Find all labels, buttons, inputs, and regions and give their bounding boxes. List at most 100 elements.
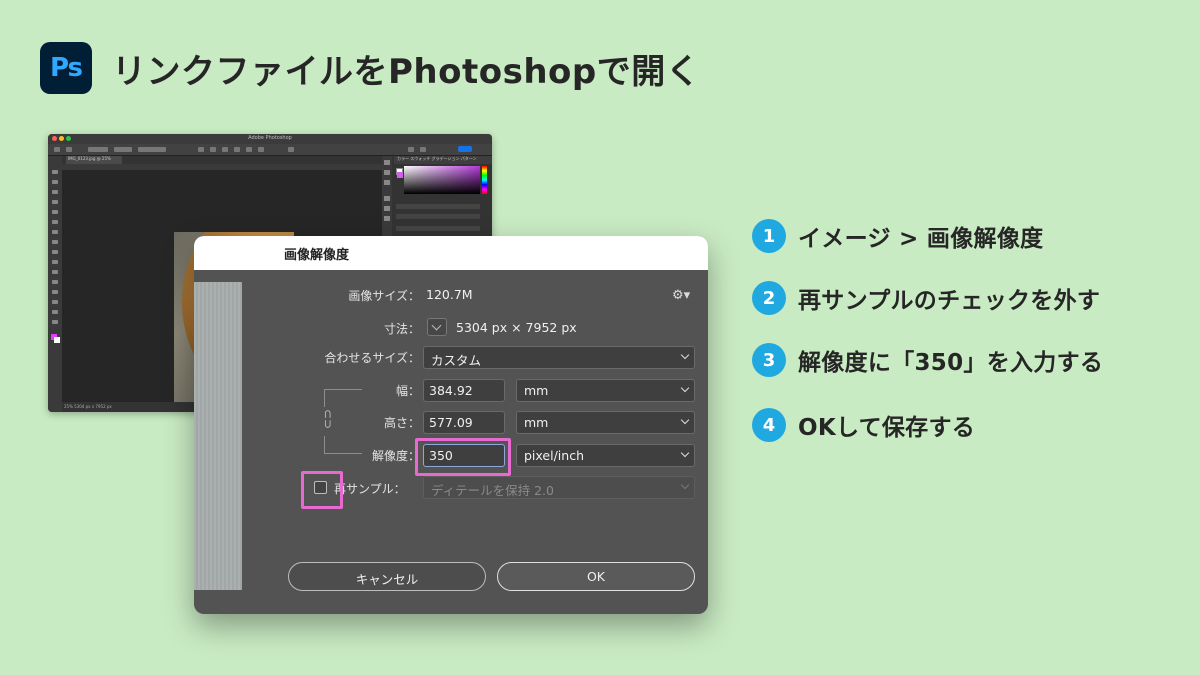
panel-icon[interactable] bbox=[384, 216, 390, 221]
align-icon[interactable] bbox=[246, 147, 252, 152]
eraser-tool-icon[interactable] bbox=[52, 280, 58, 284]
home-icon[interactable] bbox=[54, 147, 60, 152]
resolution-label: 解像度： bbox=[371, 449, 420, 463]
pen-tool-icon[interactable] bbox=[52, 310, 58, 314]
option-control[interactable] bbox=[88, 147, 108, 152]
align-icon[interactable] bbox=[234, 147, 240, 152]
ps-window-title: Adobe Photoshop bbox=[248, 135, 292, 141]
dimensions-value: 5304 px × 7952 px bbox=[456, 320, 577, 335]
type-tool-icon[interactable] bbox=[52, 320, 58, 324]
fit-to-value: カスタム bbox=[431, 353, 482, 368]
height-input[interactable]: 577.09 bbox=[423, 411, 505, 434]
width-label: 幅： bbox=[395, 384, 420, 398]
height-label: 高さ： bbox=[383, 416, 420, 430]
panel-row bbox=[396, 204, 480, 209]
panel-row bbox=[396, 214, 480, 219]
lasso-tool-icon[interactable] bbox=[52, 190, 58, 194]
step-4: 4 OKして保存する bbox=[752, 407, 975, 443]
align-icon[interactable] bbox=[210, 147, 216, 152]
color-panel-tabs[interactable]: カラー スウォッチ グラデーション パターン bbox=[394, 156, 492, 164]
gear-icon[interactable]: ⚙▾ bbox=[672, 288, 690, 303]
image-size-label: 画像サイズ： bbox=[348, 289, 420, 303]
ps-titlebar: Adobe Photoshop bbox=[48, 134, 492, 144]
resolution-highlight bbox=[415, 438, 511, 476]
dimensions-unit-dropdown[interactable] bbox=[427, 318, 447, 336]
chevron-down-icon bbox=[680, 383, 690, 393]
step-2: 2 再サンプルのチェックを外す bbox=[752, 280, 1100, 316]
toolbar bbox=[48, 156, 62, 412]
step-3: 3 解像度に「350」を入力する bbox=[752, 342, 1103, 378]
page-title: リンクファイルをPhotoshopで開く bbox=[112, 52, 701, 92]
resample-method-value: ディテールを保持 2.0 bbox=[431, 483, 554, 498]
step-badge: 3 bbox=[752, 343, 786, 377]
chevron-down-icon bbox=[680, 448, 690, 458]
background-color-swatch[interactable] bbox=[54, 337, 60, 343]
step-text: イメージ > 画像解像度 bbox=[798, 226, 1044, 252]
width-input[interactable]: 384.92 bbox=[423, 379, 505, 402]
height-unit-value: mm bbox=[524, 415, 549, 430]
resample-highlight bbox=[301, 471, 343, 509]
eyedropper-tool-icon[interactable] bbox=[52, 230, 58, 234]
panel-icon[interactable] bbox=[384, 160, 390, 165]
healing-tool-icon[interactable] bbox=[52, 240, 58, 244]
resample-method-select[interactable]: ディテールを保持 2.0 bbox=[423, 476, 695, 499]
crop-tool-icon[interactable] bbox=[52, 210, 58, 214]
option-control[interactable] bbox=[114, 147, 132, 152]
fit-to-select[interactable]: カスタム bbox=[423, 346, 695, 369]
image-size-value: 120.7M bbox=[426, 287, 473, 302]
panel-icon[interactable] bbox=[384, 196, 390, 201]
photoshop-logo-icon: Ps bbox=[40, 42, 92, 94]
panel-fg-swatch[interactable] bbox=[397, 172, 403, 178]
chevron-down-icon bbox=[680, 480, 690, 490]
width-unit-value: mm bbox=[524, 383, 549, 398]
frame-tool-icon[interactable] bbox=[52, 220, 58, 224]
workspace-icon[interactable] bbox=[420, 147, 426, 152]
options-bar bbox=[48, 144, 492, 156]
search-icon[interactable] bbox=[408, 147, 414, 152]
gradient-tool-icon[interactable] bbox=[52, 290, 58, 294]
image-preview[interactable] bbox=[194, 282, 242, 590]
option-control[interactable] bbox=[138, 147, 166, 152]
panel-icon[interactable] bbox=[384, 170, 390, 175]
blur-tool-icon[interactable] bbox=[52, 300, 58, 304]
height-unit-select[interactable]: mm bbox=[516, 411, 695, 434]
panel-row bbox=[396, 226, 480, 231]
resolution-unit-select[interactable]: pixel/inch bbox=[516, 444, 695, 467]
move-tool-icon[interactable] bbox=[52, 170, 58, 174]
panel-icon[interactable] bbox=[384, 180, 390, 185]
align-icon[interactable] bbox=[222, 147, 228, 152]
step-badge: 1 bbox=[752, 219, 786, 253]
fit-to-label: 合わせるサイズ： bbox=[324, 351, 420, 365]
step-badge: 2 bbox=[752, 281, 786, 315]
dialog-titlebar: 画像解像度 bbox=[194, 236, 708, 270]
panel-icon[interactable] bbox=[384, 206, 390, 211]
stamp-tool-icon[interactable] bbox=[52, 260, 58, 264]
document-tabs: IMG_0123.jpg @ 25% bbox=[62, 156, 382, 164]
share-button[interactable] bbox=[458, 146, 472, 152]
cancel-button[interactable]: キャンセル bbox=[288, 562, 486, 591]
step-badge: 4 bbox=[752, 408, 786, 442]
step-text: 再サンプルのチェックを外す bbox=[798, 288, 1101, 314]
history-brush-icon[interactable] bbox=[52, 270, 58, 274]
width-unit-select[interactable]: mm bbox=[516, 379, 695, 402]
document-tab[interactable]: IMG_0123.jpg @ 25% bbox=[66, 156, 122, 164]
marquee-tool-icon[interactable] bbox=[52, 180, 58, 184]
resample-label: 再サンプル： bbox=[334, 482, 406, 496]
tool-preset-icon[interactable] bbox=[66, 147, 72, 152]
align-icon[interactable] bbox=[258, 147, 264, 152]
brush-tool-icon[interactable] bbox=[52, 250, 58, 254]
chevron-down-icon bbox=[680, 415, 690, 425]
hue-slider[interactable] bbox=[482, 166, 487, 194]
step-text: OKして保存する bbox=[798, 415, 976, 441]
align-icon[interactable] bbox=[198, 147, 204, 152]
step-1: 1 イメージ > 画像解像度 bbox=[752, 218, 1043, 254]
image-size-dialog: 画像解像度 画像サイズ： 120.7M ⚙▾ 寸法： 5304 px × 795… bbox=[194, 236, 708, 614]
resolution-unit-value: pixel/inch bbox=[524, 448, 584, 463]
chevron-down-icon bbox=[680, 350, 690, 360]
ok-button[interactable]: OK bbox=[497, 562, 695, 591]
select-tool-icon[interactable] bbox=[52, 200, 58, 204]
dimensions-label: 寸法： bbox=[383, 322, 420, 336]
dialog-title: 画像解像度 bbox=[284, 248, 350, 263]
mode-3d-icon[interactable] bbox=[288, 147, 294, 152]
color-picker-field[interactable] bbox=[404, 166, 480, 194]
